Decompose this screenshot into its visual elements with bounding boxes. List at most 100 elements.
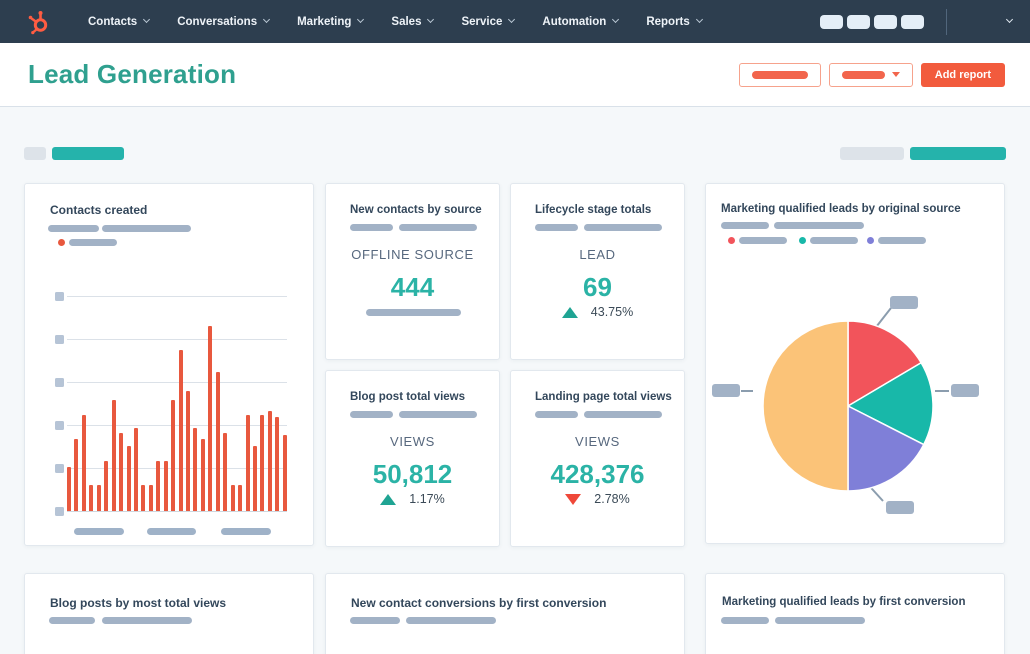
kpi-value: 50,812 [372, 459, 453, 489]
nav-item-sales[interactable]: Sales [377, 0, 447, 43]
subtitle-placeholder [535, 411, 578, 418]
kpi-footer-placeholder [366, 309, 461, 316]
nav-item-reports[interactable]: Reports [632, 0, 715, 43]
card-title: Contacts created [50, 203, 148, 217]
subtitle-placeholder [584, 411, 662, 418]
bar [133, 428, 138, 511]
hubspot-logo-icon[interactable] [24, 7, 54, 37]
kpi-value: 444 [390, 272, 435, 302]
bar [178, 350, 183, 511]
legend-dot [58, 239, 65, 246]
page-header: Lead Generation Add report [0, 43, 1030, 107]
bar [119, 433, 124, 511]
subtitle-placeholder [350, 224, 393, 231]
card-mql-by-original-source: Marketing qualified leads by original so… [705, 183, 1005, 544]
y-tick-placeholder [55, 421, 64, 430]
dashboard-filter-button[interactable] [738, 62, 821, 87]
nav-divider [946, 8, 947, 35]
button-label-placeholder [841, 70, 885, 79]
nav-tool-button-1[interactable] [820, 14, 843, 29]
card-landing-page-total-views: Landing page total views VIEWS 428,376 2… [510, 370, 685, 547]
nav-utilities [816, 8, 1014, 35]
bar [193, 428, 198, 511]
filter-icon-placeholder[interactable] [24, 147, 46, 160]
subtitle-placeholder [584, 224, 662, 231]
bar [126, 446, 131, 511]
y-tick-placeholder [55, 378, 64, 387]
card-blog-posts-by-most-total-views: Blog posts by most total views [24, 573, 314, 654]
x-tick-placeholder [147, 528, 196, 535]
delta-value: 43.75% [590, 305, 634, 319]
add-report-button[interactable]: Add report [920, 62, 1005, 87]
card-title: New contacts by source [350, 204, 482, 216]
bar [230, 485, 235, 511]
right-filter-teal-placeholder[interactable] [910, 147, 1006, 160]
right-filter-placeholder[interactable] [840, 147, 904, 160]
nav-tool-button-4[interactable] [901, 14, 924, 29]
bar [111, 400, 116, 511]
y-tick-placeholder [55, 292, 64, 301]
kpi-label: VIEWS [575, 434, 620, 449]
y-tick-placeholder [55, 335, 64, 344]
card-title: New contact conversions by first convers… [351, 596, 607, 610]
nav-item-automation[interactable]: Automation [528, 0, 632, 43]
lead-generation-dashboard: Contacts Conversations Marketing Sales S… [0, 0, 1030, 654]
bar [141, 485, 146, 511]
bar [163, 461, 168, 511]
chevron-down-icon [612, 15, 620, 24]
button-label-placeholder [751, 70, 808, 79]
card-title: Blog post total views [350, 391, 466, 403]
bar [81, 415, 86, 511]
kpi-delta: 43.75% [511, 305, 684, 319]
bar [171, 400, 176, 511]
card-contacts-created: Contacts created [24, 183, 314, 546]
legend-label-placeholder [69, 239, 117, 246]
nav-tool-button-3[interactable] [874, 14, 897, 29]
bar [267, 411, 272, 511]
card-new-contact-conversions: New contact conversions by first convers… [325, 573, 685, 654]
card-title: Marketing qualified leads by first conve… [722, 596, 966, 608]
subtitle-placeholder [102, 225, 191, 232]
subtitle-placeholder [350, 617, 400, 624]
kpi-value: 69 [583, 272, 612, 302]
kpi-value: 428,376 [550, 459, 645, 489]
account-chevron-icon[interactable] [1005, 15, 1014, 24]
subtitle-placeholder [721, 617, 769, 624]
subtitle-placeholder [399, 411, 477, 418]
bar [89, 485, 94, 511]
bar [208, 326, 213, 511]
bar [156, 461, 161, 511]
date-filter-placeholder[interactable] [52, 147, 124, 160]
delta-value: 2.78% [594, 492, 630, 506]
dashboard-actions-dropdown[interactable] [828, 62, 913, 87]
subtitle-placeholder [350, 411, 393, 418]
bar [96, 485, 101, 511]
subtitle-placeholder [775, 617, 865, 624]
kpi-delta: 1.17% [326, 492, 499, 506]
bar [148, 485, 153, 511]
mql-pie-svg [762, 320, 934, 492]
bar [186, 391, 190, 511]
bar [252, 446, 257, 511]
pie-label-placeholder-right [951, 384, 979, 397]
card-lifecycle-stage-totals: Lifecycle stage totals LEAD 69 43.75% [510, 183, 685, 360]
nav-menu: Contacts Conversations Marketing Sales S… [74, 0, 716, 43]
bar [260, 415, 265, 511]
delta-value: 1.17% [409, 492, 445, 506]
trend-down-icon [565, 493, 582, 505]
nav-item-contacts[interactable]: Contacts [74, 0, 163, 43]
subtitle-placeholder [399, 224, 477, 231]
trend-up-icon [561, 306, 578, 318]
nav-item-marketing[interactable]: Marketing [283, 0, 377, 43]
subtitle-placeholder [406, 617, 496, 624]
nav-item-service[interactable]: Service [447, 0, 528, 43]
pie-label-placeholder-top [890, 296, 918, 309]
bar [223, 433, 228, 511]
card-blog-post-total-views: Blog post total views VIEWS 50,812 1.17% [325, 370, 500, 547]
contacts-created-bars [67, 296, 287, 511]
chevron-down-icon [427, 15, 435, 24]
card-new-contacts-by-source: New contacts by source OFFLINE SOURCE 44… [325, 183, 500, 360]
chevron-down-icon [143, 15, 151, 24]
nav-tool-button-2[interactable] [847, 14, 870, 29]
nav-item-conversations[interactable]: Conversations [163, 0, 283, 43]
